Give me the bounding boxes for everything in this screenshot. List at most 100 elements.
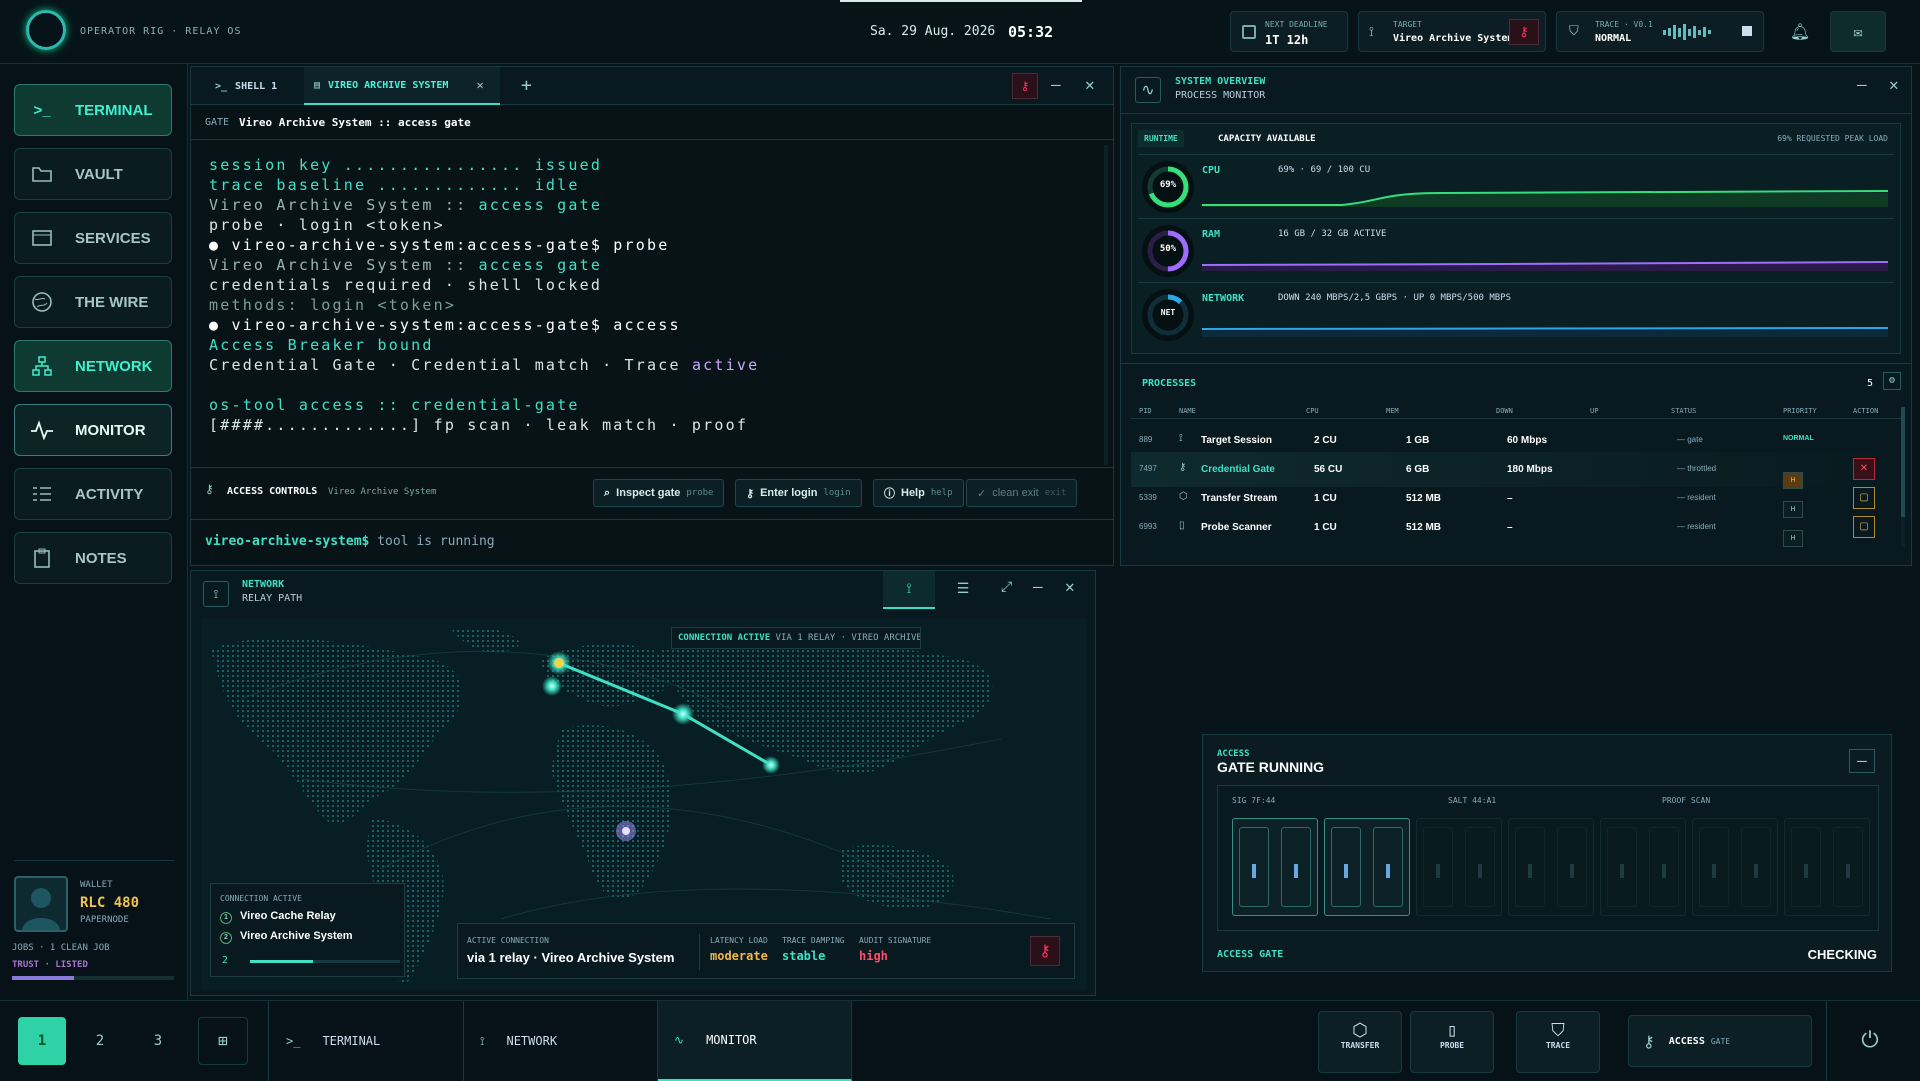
priority-h[interactable]: H [1783, 530, 1803, 547]
terminal-icon: >_ [286, 1034, 301, 1048]
clipboard-icon [29, 547, 55, 569]
breaker-icon[interactable]: ⚷ [1509, 19, 1539, 45]
target-node[interactable] [762, 756, 780, 774]
process-icon: ⬡ [1179, 491, 1188, 502]
minimize-icon[interactable]: — [1033, 577, 1043, 596]
task-terminal[interactable]: >_ TERMINAL [270, 1001, 464, 1081]
trace-waveform [1663, 24, 1729, 40]
cell-cpu: 1 CU [1314, 522, 1337, 533]
trace-widget[interactable]: ⛉ TRACE · V0.1 NORMAL [1556, 11, 1764, 52]
cell-name: Target Session [1201, 435, 1272, 446]
workspace-grid-button[interactable]: ⊞ [198, 1017, 248, 1065]
proof-cell [1508, 818, 1594, 916]
col-up: UP [1590, 407, 1599, 415]
terminal-output[interactable]: session key ................ issued trace… [209, 155, 1089, 445]
prompt-message: tool is running [377, 534, 495, 549]
table-row[interactable]: ▯6993Probe Scanner1 CU512 MB–— residentL… [1131, 510, 1901, 547]
task-monitor[interactable]: ∿ MONITOR [658, 1001, 852, 1081]
wallet-value: RLC 480 [80, 895, 140, 911]
scrollbar[interactable] [1901, 407, 1905, 547]
command-input[interactable]: vireo-archive-system$ tool is running [205, 534, 495, 549]
bell-icon[interactable]: 🔔︎ [1780, 11, 1820, 52]
terminal-line-text: trace baseline ............. [209, 176, 535, 194]
terminal-line: Credential Gate · Credential match · Tra… [209, 355, 1089, 375]
tab-vireo-archive[interactable]: ▤ VIREO ARCHIVE SYSTEM ✕ [304, 67, 500, 105]
inspect-gate-button[interactable]: ⌕ Inspect gate probe [593, 479, 725, 507]
sidebar-item-the-wire[interactable]: THE WIRE [14, 276, 172, 328]
target-widget[interactable]: ⟟ TARGET Vireo Archive System ⚷ [1358, 11, 1546, 52]
transfer-tool[interactable]: ⬡ TRANSFER [1318, 1011, 1402, 1073]
terminal-line-text: [####.............] fp scan · leak match… [209, 416, 749, 434]
sidebar-item-monitor[interactable]: MONITOR [14, 404, 172, 456]
relay-view-tab[interactable]: ⟟ [883, 571, 935, 609]
terminal-icon: >_ [215, 80, 228, 92]
sidebar-item-services[interactable]: SERVICES [14, 212, 172, 264]
list-view-tab[interactable]: ☰ [937, 571, 989, 609]
cpu-value: 69% · 69 / 100 CU [1278, 165, 1371, 175]
minimize-icon[interactable]: — [1051, 75, 1061, 94]
processes-title: PROCESSES [1142, 378, 1197, 389]
key-icon: ⚷ [1643, 1031, 1655, 1051]
task-network[interactable]: ⟟ NETWORK [464, 1001, 658, 1081]
close-icon[interactable]: ✕ [476, 78, 483, 92]
expand-icon[interactable]: ⤢ [1001, 579, 1012, 595]
breaker-icon[interactable]: ⚷ [1012, 73, 1038, 99]
cell-cpu: 56 CU [1314, 464, 1343, 475]
enter-login-button[interactable]: ⚷ Enter login login [735, 479, 862, 507]
cell-status: — gate [1677, 435, 1703, 444]
sidebar-item-notes[interactable]: NOTES [14, 532, 172, 584]
hop-label: Vireo Cache Relay [240, 910, 336, 922]
shield-icon: ⛉ [1551, 1020, 1565, 1041]
avatar[interactable] [14, 876, 68, 932]
new-tab-icon[interactable]: + [521, 75, 532, 96]
workspace-3[interactable]: 3 [136, 1017, 180, 1065]
divider [14, 860, 174, 861]
hop-1[interactable]: 1 Vireo Cache Relay [220, 910, 336, 924]
sidebar-item-network[interactable]: NETWORK [14, 340, 172, 392]
help-button[interactable]: ⓘ Help help [873, 479, 964, 507]
proof-label: PROOF SCAN [1662, 796, 1711, 805]
cell-name: Transfer Stream [1201, 493, 1278, 504]
stop-icon[interactable] [1742, 26, 1752, 36]
trace-tool[interactable]: ⛉ TRACE [1516, 1011, 1600, 1073]
breaker-icon[interactable]: ⚷ [1030, 936, 1060, 966]
suspend-process-button[interactable]: ▢ [1853, 487, 1875, 509]
workspace-2[interactable]: 2 [78, 1017, 122, 1065]
close-icon[interactable]: ✕ [1065, 577, 1075, 596]
sidebar-item-vault[interactable]: VAULT [14, 148, 172, 200]
sidebar-item-activity[interactable]: ACTIVITY [14, 468, 172, 520]
tool-label: TRANSFER [1340, 1041, 1380, 1050]
cell-status: — resident [1677, 493, 1716, 502]
workspace-1[interactable]: 1 [18, 1017, 66, 1065]
relay-node[interactable] [672, 703, 694, 725]
kill-process-button[interactable]: ✕ [1853, 458, 1875, 480]
clean-exit-button[interactable]: ✓ clean exit exit [966, 479, 1078, 507]
close-icon[interactable]: ✕ [1889, 75, 1899, 94]
suspend-process-button[interactable]: ▢ [1853, 516, 1875, 538]
terminal-line-text: methods: login <token> [209, 296, 457, 314]
minimize-icon[interactable]: — [1857, 75, 1867, 94]
cpu-graph [1202, 190, 1888, 207]
close-icon[interactable]: ✕ [1085, 75, 1095, 94]
terminal-line-highlight: idle [534, 176, 580, 194]
scrollbar[interactable] [1104, 145, 1108, 465]
hop-2[interactable]: 2 Vireo Archive System [220, 930, 353, 944]
globe-icon [29, 291, 55, 313]
local-node[interactable] [542, 676, 562, 696]
terminal-line: trace baseline ............. idle [209, 175, 1089, 195]
deadline-widget[interactable]: NEXT DEADLINE 1T 12h [1230, 11, 1348, 52]
power-icon[interactable]: ⏻ [1846, 1019, 1894, 1063]
access-gate-tool[interactable]: ⚷ ACCESS GATE [1628, 1015, 1812, 1067]
probe-tool[interactable]: ▯ PROBE [1410, 1011, 1494, 1073]
net-label: NETWORK [1202, 293, 1245, 304]
peak-label: 69% REQUESTED PEAK LOAD [1777, 134, 1888, 143]
button-hint: exit [1044, 488, 1067, 498]
trace-label: TRACE · V0.1 [1595, 20, 1653, 29]
minimize-icon[interactable]: — [1849, 749, 1875, 773]
sidebar-item-terminal[interactable]: >_ TERMINAL [14, 84, 172, 136]
runtime-tab[interactable]: RUNTIME [1138, 130, 1184, 147]
filter-icon[interactable]: ⚙ [1883, 372, 1901, 390]
tab-shell-1[interactable]: >_ SHELL 1 [201, 67, 301, 105]
inbox-icon[interactable]: ✉ [1830, 11, 1886, 52]
